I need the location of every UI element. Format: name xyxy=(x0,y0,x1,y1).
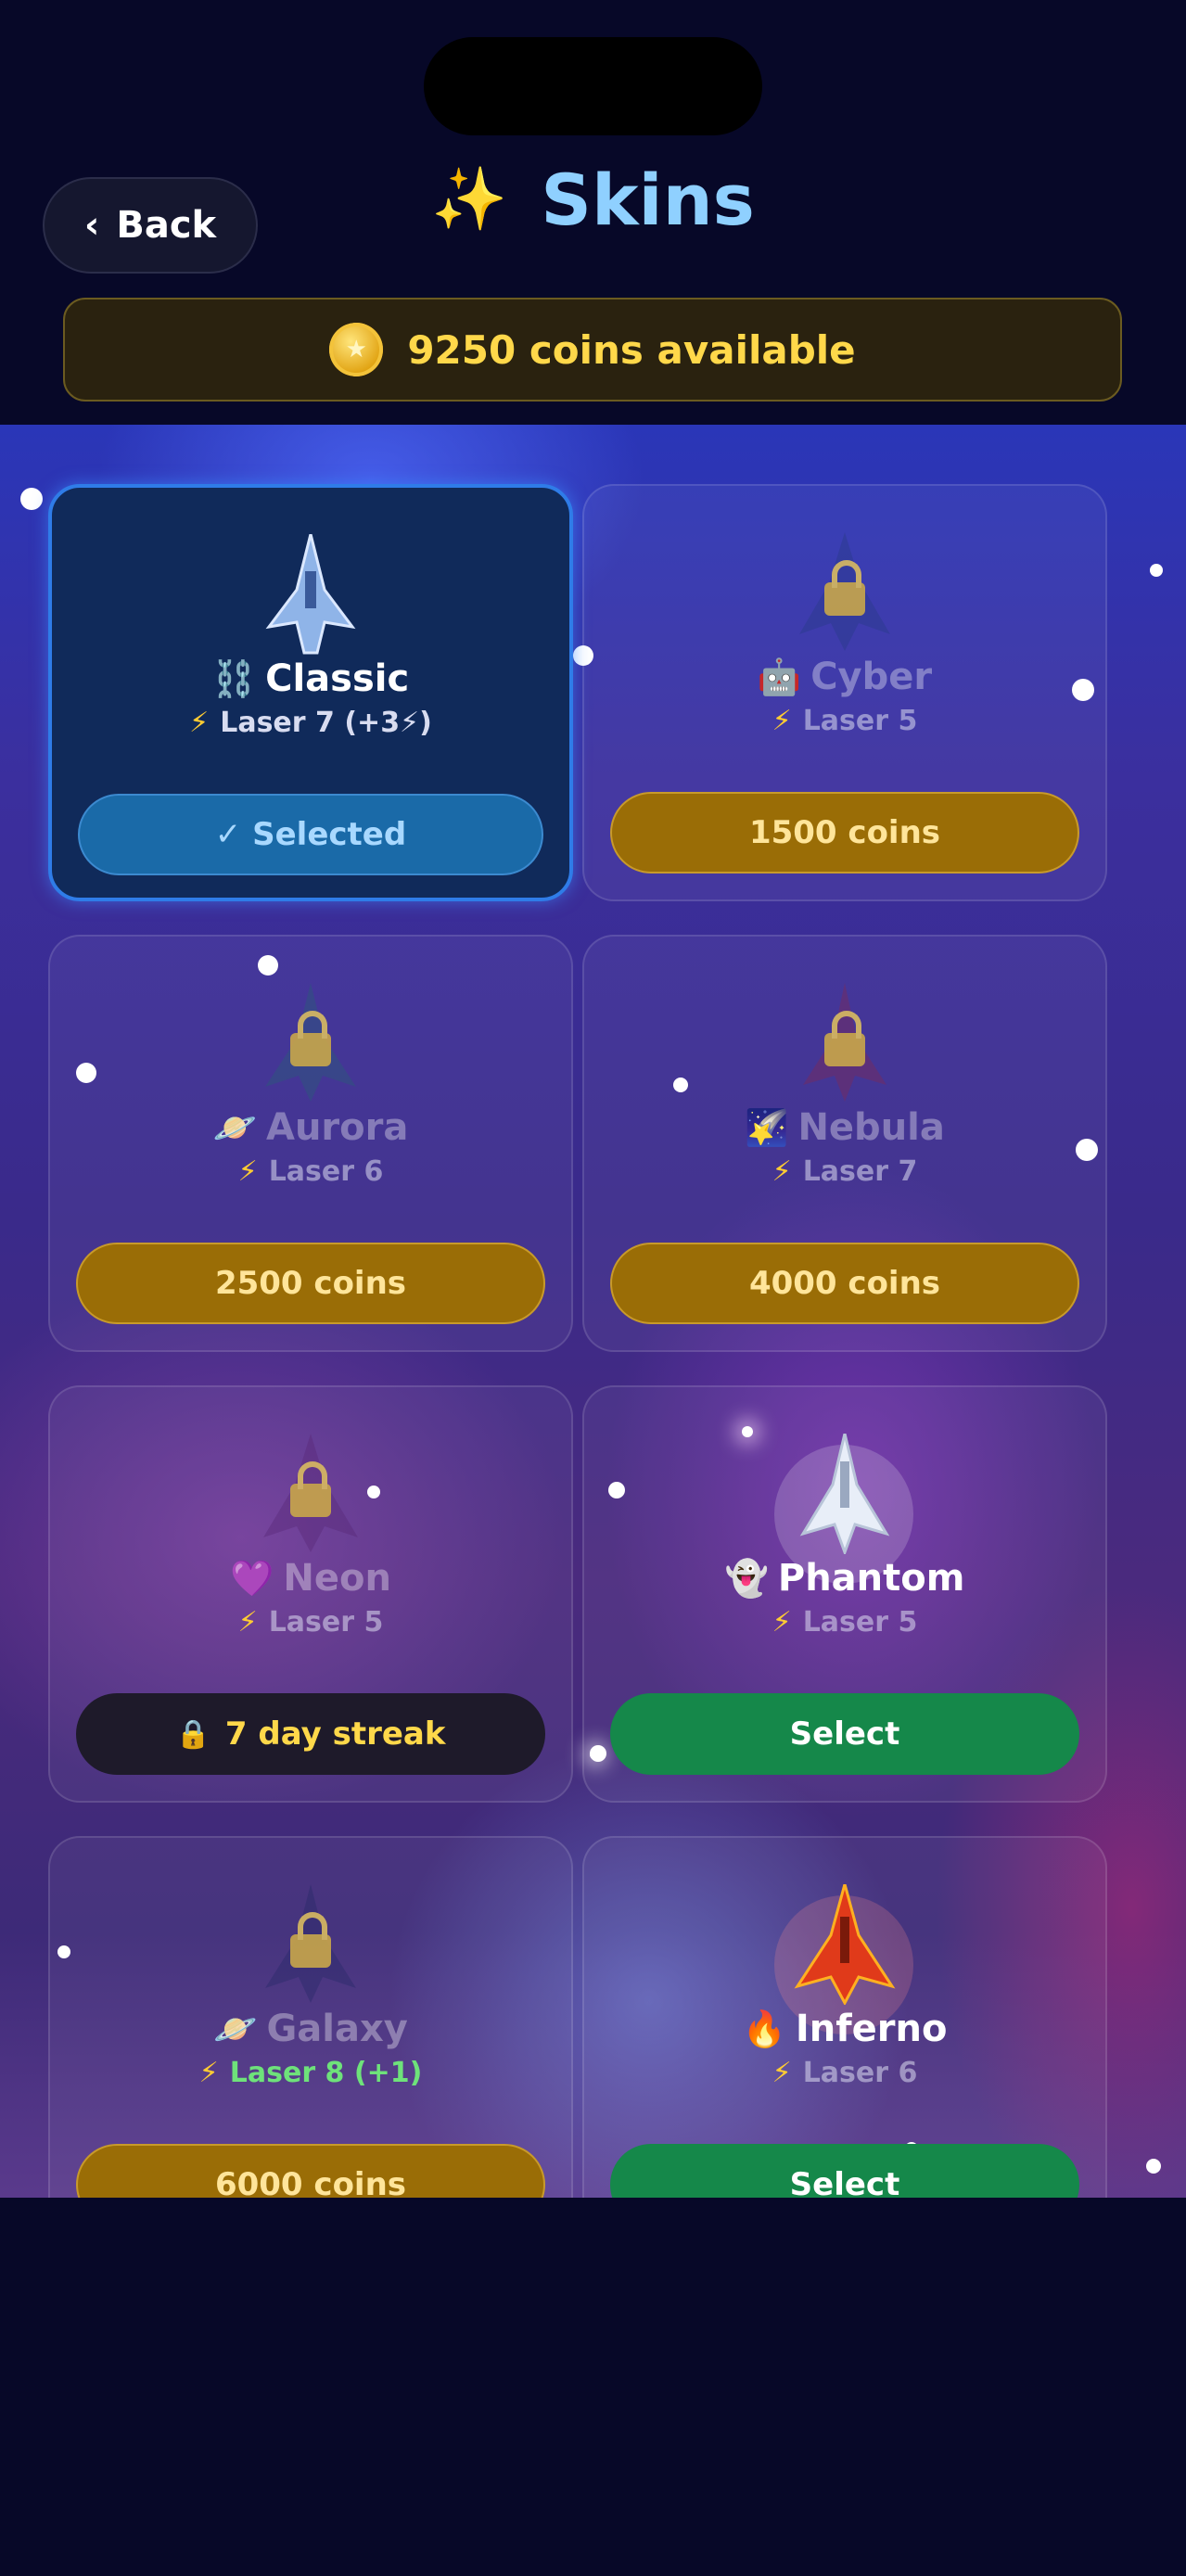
skin-name: Cyber xyxy=(810,656,933,698)
lock-icon xyxy=(824,1011,865,1066)
streak-requirement-button[interactable]: 🔒 7 day streak xyxy=(76,1693,545,1775)
lock-icon xyxy=(290,1912,331,1968)
lightning-icon: ⚡ xyxy=(198,2057,219,2089)
page-title-text: Skins xyxy=(541,158,755,241)
coin-balance-text: 9250 coins available xyxy=(407,326,856,373)
skin-name: Inferno xyxy=(795,2008,948,2050)
select-button[interactable]: Select xyxy=(610,1693,1079,1775)
select-button[interactable]: Select xyxy=(610,2144,1079,2198)
skin-weapon: ⚡ Laser 5 xyxy=(772,1606,918,1639)
ringed-planet-icon: 🪐 xyxy=(212,1106,257,1148)
skin-weapon: ⚡ Laser 5 xyxy=(772,705,918,737)
skin-card-neon[interactable]: 💜 Neon ⚡ Laser 5 🔒 7 day streak xyxy=(48,1385,573,1803)
coin-balance-banner: ★ 9250 coins available xyxy=(63,298,1122,402)
lightning-icon: ⚡ xyxy=(189,707,210,739)
skin-card-classic[interactable]: ⛓️ Classic ⚡ Laser 7 (+3⚡) ✓ Selected xyxy=(48,484,573,901)
ghost-icon: 👻 xyxy=(724,1557,769,1599)
lightning-icon: ⚡ xyxy=(237,1155,258,1188)
lightning-icon: ⚡ xyxy=(772,705,792,737)
ringed-planet-icon: 🪐 xyxy=(213,2008,258,2049)
lock-icon xyxy=(290,1461,331,1517)
fire-icon: 🔥 xyxy=(742,2008,786,2049)
skin-weapon: ⚡ Laser 7 (+3⚡) xyxy=(189,707,432,739)
lightning-icon: ⚡ xyxy=(772,1606,792,1639)
page-title: ✨ Skins xyxy=(0,148,1186,250)
sparkles-icon: ✨ xyxy=(431,163,508,235)
skin-name: Aurora xyxy=(265,1106,409,1149)
skin-name-row: 🌠 Nebula xyxy=(584,1102,1105,1154)
skin-name-row: 🔥 Inferno xyxy=(584,2003,1105,2055)
skin-name-row: ⛓️ Classic xyxy=(52,653,569,705)
lock-icon xyxy=(290,1011,331,1066)
coin-icon: ★ xyxy=(329,323,384,376)
skin-name: Neon xyxy=(283,1557,391,1600)
skin-weapon: ⚡ Laser 5 xyxy=(237,1606,384,1639)
shooting-star-icon: 🌠 xyxy=(745,1106,789,1148)
chain-icon: ⛓️ xyxy=(211,657,257,699)
lightning-icon: ⚡ xyxy=(772,1155,792,1188)
skin-name: Classic xyxy=(265,657,410,700)
ship-phantom-icon xyxy=(799,1434,890,1554)
skin-weapon: ⚡ Laser 7 xyxy=(772,1155,918,1188)
skin-name: Nebula xyxy=(797,1106,945,1149)
purple-heart-icon: 💜 xyxy=(230,1557,274,1599)
skin-card-galaxy[interactable]: 🪐 Galaxy ⚡ Laser 8 (+1) 6000 coins xyxy=(48,1836,573,2198)
lock-icon xyxy=(824,560,865,616)
skin-weapon: ⚡ Laser 6 xyxy=(772,2057,918,2089)
robot-icon: 🤖 xyxy=(757,656,802,697)
device-notch xyxy=(424,37,762,135)
skin-card-nebula[interactable]: 🌠 Nebula ⚡ Laser 7 4000 coins xyxy=(582,935,1107,1352)
buy-button[interactable]: 2500 coins xyxy=(76,1243,545,1324)
skin-card-cyber[interactable]: 🤖 Cyber ⚡ Laser 5 1500 coins xyxy=(582,484,1107,901)
ship-classic-icon xyxy=(265,534,356,655)
skin-name: Galaxy xyxy=(266,2008,408,2050)
skin-name-row: 🪐 Galaxy xyxy=(50,2003,571,2055)
buy-button[interactable]: 6000 coins xyxy=(76,2144,545,2198)
buy-button[interactable]: 4000 coins xyxy=(610,1243,1079,1324)
skin-name-row: 💜 Neon xyxy=(50,1552,571,1604)
padlock-icon: 🔒 xyxy=(175,1717,210,1751)
skin-card-aurora[interactable]: 🪐 Aurora ⚡ Laser 6 2500 coins xyxy=(48,935,573,1352)
lightning-icon: ⚡ xyxy=(772,2057,792,2089)
skin-name-row: 🪐 Aurora xyxy=(50,1102,571,1154)
skin-weapon: ⚡ Laser 6 xyxy=(237,1155,384,1188)
selected-button[interactable]: ✓ Selected xyxy=(78,794,543,875)
lightning-icon: ⚡ xyxy=(237,1606,258,1639)
buy-button[interactable]: 1500 coins xyxy=(610,792,1079,874)
skin-name-row: 🤖 Cyber xyxy=(584,651,1105,703)
skin-name-row: 👻 Phantom xyxy=(584,1552,1105,1604)
skin-weapon: ⚡ Laser 8 (+1) xyxy=(198,2057,423,2089)
skins-grid: ⛓️ Classic ⚡ Laser 7 (+3⚡) ✓ Selected 🤖 C… xyxy=(0,425,1186,2198)
skin-card-inferno[interactable]: 🔥 Inferno ⚡ Laser 6 Select xyxy=(582,1836,1107,2198)
skin-card-phantom[interactable]: 👻 Phantom ⚡ Laser 5 Select xyxy=(582,1385,1107,1803)
skin-name: Phantom xyxy=(777,1557,965,1600)
ship-inferno-icon xyxy=(794,1884,896,2005)
